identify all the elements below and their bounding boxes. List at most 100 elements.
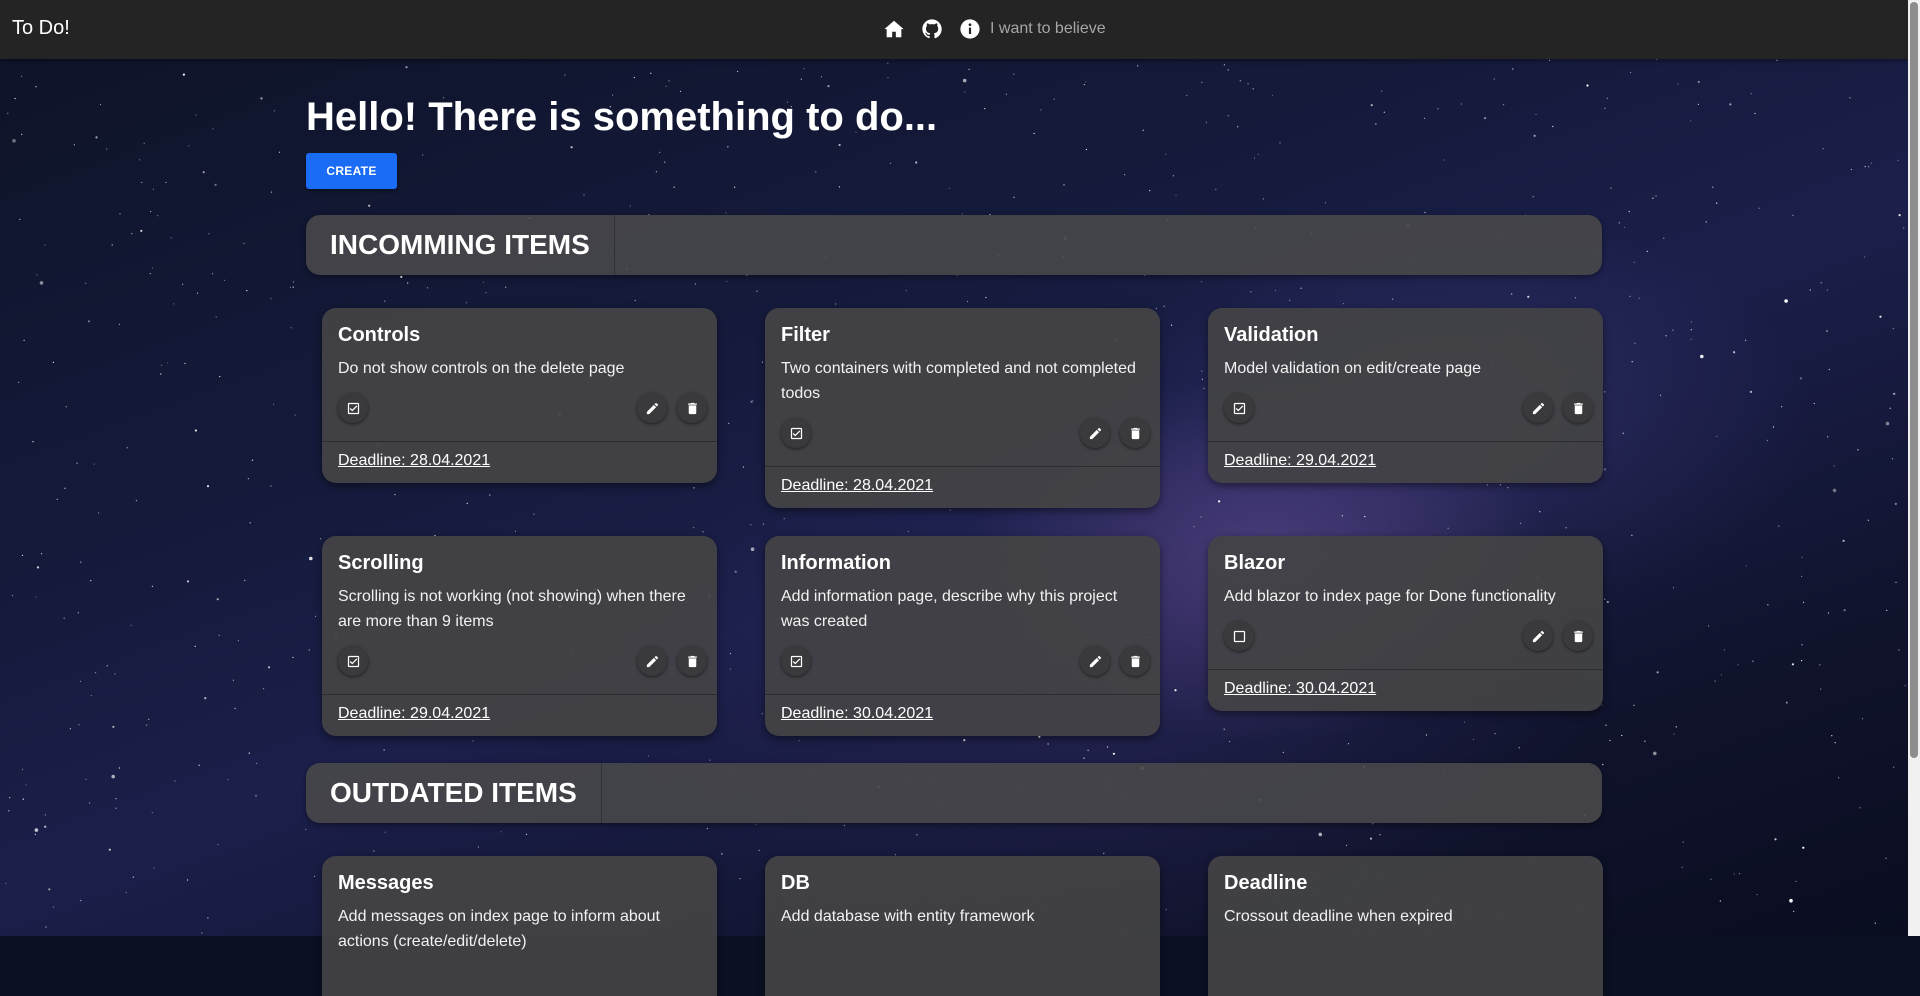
delete-trash-icon[interactable] — [677, 393, 707, 423]
star — [48, 888, 51, 891]
deadline-link[interactable]: Deadline: 29.04.2021 — [338, 705, 490, 723]
star — [1634, 342, 1636, 344]
star — [278, 151, 281, 153]
card-title: Deadline — [1224, 872, 1308, 894]
star — [838, 186, 841, 188]
star — [315, 615, 317, 618]
star — [1774, 838, 1777, 841]
deadline-link[interactable]: Deadline: 29.04.2021 — [1224, 452, 1376, 470]
star — [1499, 484, 1501, 486]
star — [373, 850, 375, 852]
page-scrollbar[interactable] — [1908, 0, 1920, 936]
star — [466, 502, 468, 504]
star — [1282, 751, 1284, 754]
star — [583, 194, 585, 196]
section-title-outdated: OUTDATED ITEMS — [306, 763, 602, 823]
card-controls — [1224, 393, 1593, 427]
star — [1483, 117, 1487, 120]
star — [244, 579, 246, 581]
star — [1897, 160, 1899, 162]
star — [659, 151, 661, 153]
star — [1005, 93, 1008, 95]
delete-trash-icon[interactable] — [1563, 621, 1593, 651]
todo-card-validation: Validation Model validation on edit/crea… — [1208, 308, 1603, 483]
star — [21, 768, 24, 770]
checked-checkbox-icon[interactable] — [781, 646, 811, 676]
github-icon[interactable] — [920, 17, 944, 41]
delete-trash-icon[interactable] — [1563, 393, 1593, 423]
star — [1716, 202, 1718, 204]
star — [948, 187, 951, 189]
brand-link[interactable]: To Do! — [12, 17, 70, 40]
star — [1257, 153, 1259, 155]
create-button[interactable]: CREATE — [306, 153, 397, 189]
checked-checkbox-icon[interactable] — [781, 418, 811, 448]
star — [1486, 484, 1488, 486]
delete-trash-icon[interactable] — [677, 646, 707, 676]
star — [1602, 763, 1604, 766]
edit-pencil-icon[interactable] — [637, 646, 667, 676]
todo-card-deadline: Deadline Crossout deadline when expired — [1208, 856, 1603, 996]
star — [1341, 515, 1343, 517]
edit-pencil-icon[interactable] — [637, 393, 667, 423]
star — [202, 171, 205, 174]
star — [1424, 211, 1426, 214]
star — [1193, 526, 1195, 528]
star — [1372, 823, 1374, 825]
star — [1819, 664, 1821, 666]
star — [309, 556, 313, 561]
star — [1087, 749, 1089, 751]
star — [106, 665, 108, 667]
info-icon[interactable] — [958, 17, 982, 41]
scrollbar-thumb[interactable] — [1910, 2, 1918, 758]
star — [1622, 432, 1624, 434]
checked-checkbox-icon[interactable] — [338, 393, 368, 423]
star — [1630, 71, 1632, 74]
card-controls — [338, 393, 707, 427]
star — [1827, 612, 1829, 614]
star — [1791, 663, 1794, 666]
star — [1423, 117, 1426, 119]
star — [1879, 315, 1882, 318]
star — [1870, 162, 1872, 164]
star — [152, 188, 154, 190]
card-title: Controls — [338, 324, 421, 346]
edit-pencil-icon[interactable] — [1080, 646, 1110, 676]
star — [1271, 94, 1273, 96]
star — [1518, 747, 1520, 749]
delete-trash-icon[interactable] — [1120, 418, 1150, 448]
star — [679, 90, 682, 92]
star — [1324, 202, 1327, 204]
star — [1172, 175, 1174, 177]
star — [1891, 458, 1894, 460]
edit-pencil-icon[interactable] — [1080, 418, 1110, 448]
star — [1300, 287, 1302, 289]
believe-link[interactable]: I want to believe — [990, 20, 1106, 38]
edit-pencil-icon[interactable] — [1523, 621, 1553, 651]
star — [1893, 392, 1896, 395]
star — [1369, 837, 1373, 840]
unchecked-checkbox-icon[interactable] — [1224, 621, 1254, 651]
star — [25, 784, 27, 786]
star — [14, 97, 16, 100]
card-description: Crossout deadline when expired — [1224, 908, 1453, 925]
star — [270, 297, 272, 300]
checked-checkbox-icon[interactable] — [1224, 393, 1254, 423]
star — [1904, 685, 1906, 687]
deadline-link[interactable]: Deadline: 30.04.2021 — [781, 705, 933, 723]
deadline-link[interactable]: Deadline: 30.04.2021 — [1224, 680, 1376, 698]
checked-checkbox-icon[interactable] — [338, 646, 368, 676]
star — [44, 825, 47, 828]
star — [1447, 527, 1449, 529]
deadline-link[interactable]: Deadline: 28.04.2021 — [338, 452, 490, 470]
star — [140, 229, 143, 232]
star — [1705, 221, 1707, 223]
home-icon[interactable] — [882, 17, 906, 41]
delete-trash-icon[interactable] — [1120, 646, 1150, 676]
edit-pencil-icon[interactable] — [1523, 393, 1553, 423]
star — [1629, 295, 1631, 297]
star — [1754, 112, 1756, 115]
star — [232, 679, 234, 681]
deadline-link[interactable]: Deadline: 28.04.2021 — [781, 477, 933, 495]
star — [85, 282, 87, 284]
